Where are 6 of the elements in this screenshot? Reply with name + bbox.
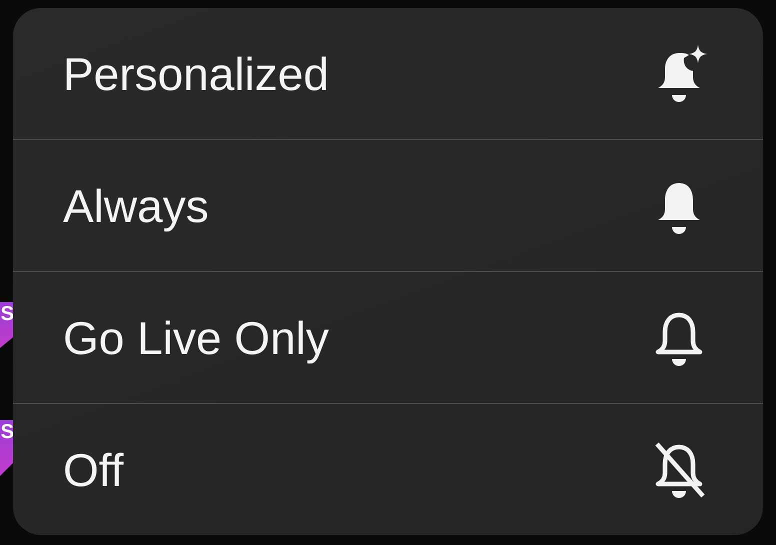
menu-item[interactable]: Personalized bbox=[13, 8, 763, 139]
menu-item[interactable]: Go Live Only bbox=[13, 271, 763, 403]
badge: S bbox=[0, 302, 14, 348]
badge: S bbox=[0, 420, 14, 476]
menu-item[interactable]: Off bbox=[13, 403, 763, 535]
menu-item[interactable]: Always bbox=[13, 139, 763, 271]
